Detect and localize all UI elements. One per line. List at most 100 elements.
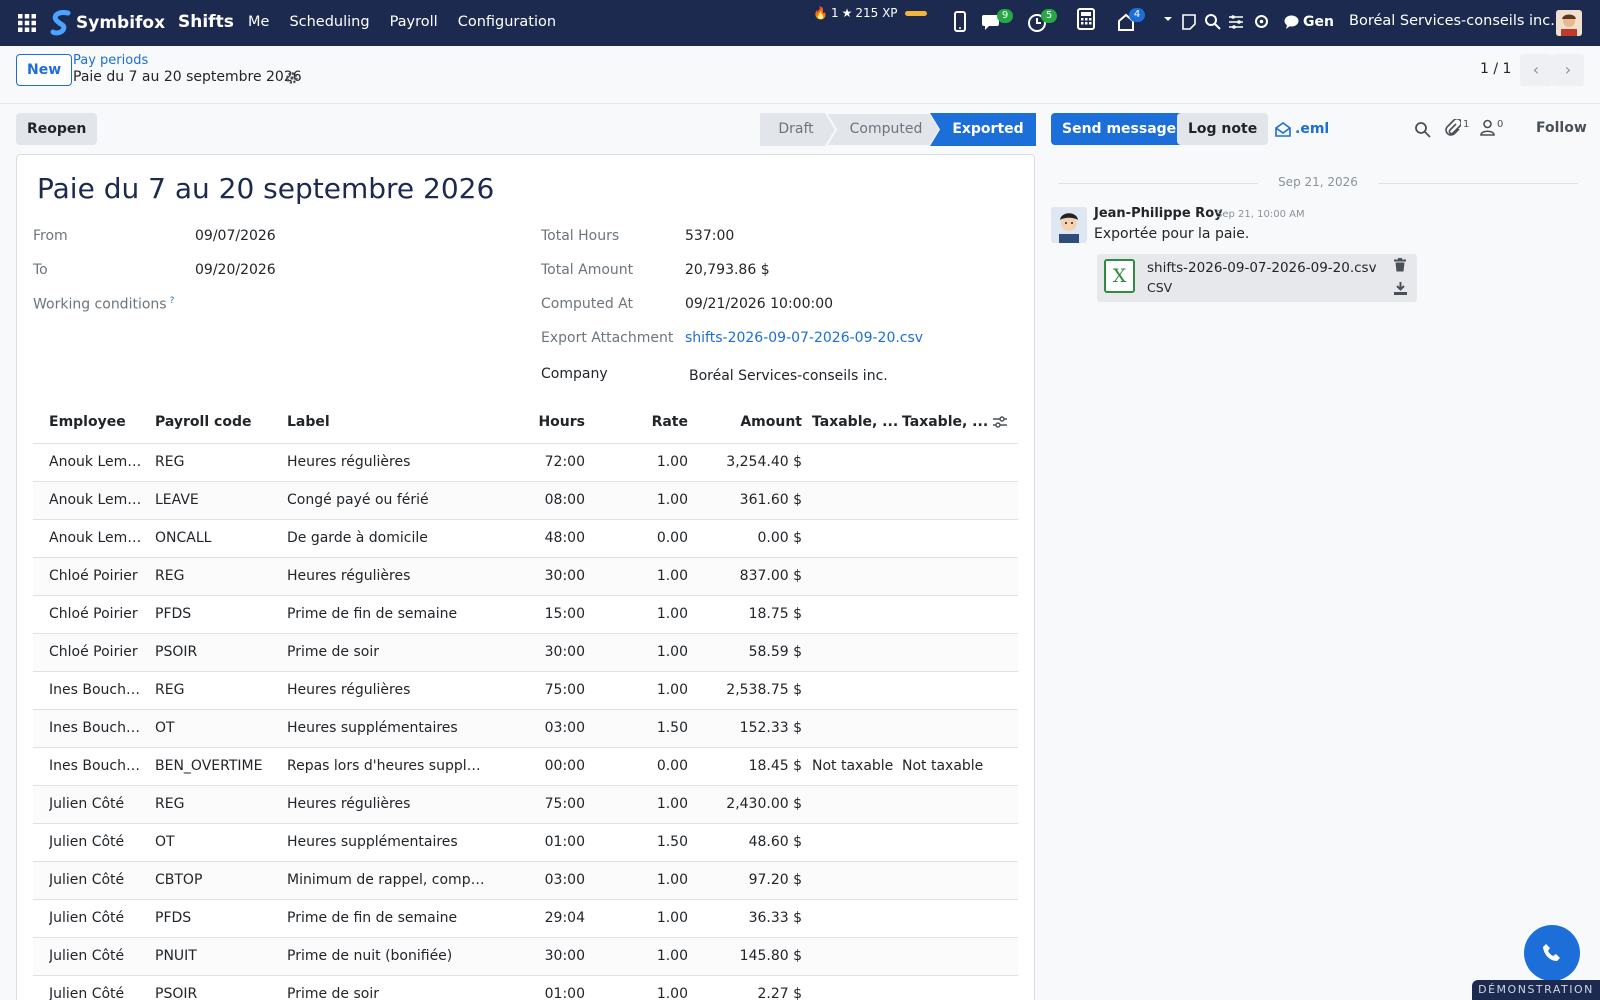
pager-value[interactable]: 1 / 1 xyxy=(1480,61,1511,77)
to-value[interactable]: 09/20/2026 xyxy=(195,262,276,278)
note-icon[interactable] xyxy=(1181,13,1197,31)
column-taxable-1[interactable]: Taxable, ... xyxy=(812,414,898,430)
search-icon[interactable] xyxy=(1204,13,1221,30)
attachment-name[interactable]: shifts-2026-09-07-2026-09-20.csv xyxy=(1147,260,1377,276)
send-message-button[interactable]: Send message xyxy=(1051,113,1188,145)
column-employee[interactable]: Employee xyxy=(49,414,126,430)
table-row[interactable]: Ines Bouchard BEN_OVERTIME Repas lors d'he… xyxy=(33,747,1018,785)
menu-item-scheduling[interactable]: Scheduling xyxy=(289,14,369,30)
messages-icon[interactable]: 9 xyxy=(981,9,1013,33)
attachments-button[interactable]: 1 xyxy=(1445,119,1469,137)
export-attachment-link[interactable]: shifts-2026-09-07-2026-09-20.csv xyxy=(685,330,923,346)
help-icon[interactable]: ? xyxy=(170,296,175,306)
cell-amount: 837.00 $ xyxy=(739,568,802,584)
trash-icon[interactable] xyxy=(1394,258,1406,272)
brand-logo[interactable]: Symbifox xyxy=(50,10,165,36)
cell-payroll-code: PSOIR xyxy=(155,644,198,660)
from-value[interactable]: 09/07/2026 xyxy=(195,228,276,244)
column-taxable-2[interactable]: Taxable, ... xyxy=(902,414,988,430)
envelope-open-icon xyxy=(1275,121,1291,137)
table-row[interactable]: Julien Côté PSOIR Prime de soir 01:00 1.00 2.… xyxy=(33,975,1018,1000)
table-row[interactable]: Julien Côté OT Heures supplémentaires 01:00… xyxy=(33,823,1018,861)
cell-rate: 1.50 xyxy=(656,720,688,736)
calculator-icon[interactable] xyxy=(1077,8,1095,30)
pager-previous-button[interactable]: ‹ xyxy=(1520,54,1552,86)
cell-hours: 48:00 xyxy=(544,530,585,546)
breadcrumb-parent[interactable]: Pay periods xyxy=(73,53,148,68)
cell-employee: Ines Bouchard xyxy=(49,720,145,736)
gamification-status[interactable]: 🔥 1 ★ 215 XP xyxy=(813,6,927,20)
table-row[interactable]: Anouk Lemieux LEAVE Congé payé ou férié 08:… xyxy=(33,481,1018,519)
filters-icon[interactable] xyxy=(1228,14,1244,30)
cell-label: Heures supplémentaires xyxy=(287,720,458,736)
followers-count: 0 xyxy=(1497,119,1504,130)
cell-rate: 1.00 xyxy=(656,948,688,964)
cell-hours: 01:00 xyxy=(544,834,585,850)
table-row[interactable]: Julien Côté REG Heures régulières 75:00 1.00… xyxy=(33,785,1018,823)
call-button[interactable] xyxy=(1524,925,1580,981)
table-row[interactable]: Chloé Poirier PFDS Prime de fin de semaine… xyxy=(33,595,1018,633)
company-switcher[interactable]: Boréal Services-conseils inc. xyxy=(1349,13,1555,29)
notifications-icon[interactable]: 4 xyxy=(1117,8,1145,33)
to-label: To xyxy=(33,262,48,278)
chatter-search-icon[interactable] xyxy=(1414,121,1431,138)
log-note-button[interactable]: Log note xyxy=(1177,113,1269,145)
chatter-date-separator: Sep 21, 2026 xyxy=(1058,175,1578,189)
column-rate[interactable]: Rate xyxy=(600,414,688,430)
table-row[interactable]: Ines Bouchard REG Heures régulières 75:00 1.… xyxy=(33,671,1018,709)
optional-columns-icon[interactable] xyxy=(992,414,1008,430)
cell-rate: 1.50 xyxy=(656,834,688,850)
table-row[interactable]: Chloé Poirier PSOIR Prime de soir 30:00 1.00… xyxy=(33,633,1018,671)
column-payroll-code[interactable]: Payroll code xyxy=(155,414,251,430)
app-name[interactable]: Shifts xyxy=(178,12,234,32)
settings-icon[interactable] xyxy=(1253,13,1270,30)
demo-ribbon: DÉMONSTRATION xyxy=(1472,980,1600,1000)
flame-icon: 🔥 xyxy=(813,6,828,20)
cell-label: Prime de soir xyxy=(287,986,379,1000)
company-value[interactable]: Boréal Services-conseils inc. xyxy=(689,368,888,384)
gear-icon[interactable] xyxy=(285,71,299,85)
cell-taxable-1: Not taxable xyxy=(812,758,894,774)
menu-item-payroll[interactable]: Payroll xyxy=(390,14,438,30)
reopen-button[interactable]: Reopen xyxy=(16,113,98,145)
follow-button[interactable]: Follow xyxy=(1536,120,1587,136)
chat-bubble-icon xyxy=(1284,15,1299,29)
attachment-type: CSV xyxy=(1147,280,1173,295)
message-author[interactable]: Jean-Philippe Roy xyxy=(1094,206,1223,221)
mobile-icon[interactable] xyxy=(953,11,967,33)
table-row[interactable]: Chloé Poirier REG Heures régulières 30:00 1.… xyxy=(33,557,1018,595)
cell-employee: Julien Côté xyxy=(49,872,125,888)
new-button[interactable]: New xyxy=(16,54,73,86)
apps-menu-icon[interactable] xyxy=(17,13,37,33)
column-amount[interactable]: Amount xyxy=(690,414,802,430)
cell-employee: Julien Côté xyxy=(49,834,125,850)
record-title[interactable]: Paie du 7 au 20 septembre 2026 xyxy=(37,172,494,205)
table-row[interactable]: Julien Côté CBTOP Minimum de rappel, compl… xyxy=(33,861,1018,899)
download-icon[interactable] xyxy=(1394,282,1407,295)
menu-item-me[interactable]: Me xyxy=(248,14,269,30)
column-label[interactable]: Label xyxy=(287,414,330,430)
cell-label: De garde à domicile xyxy=(287,530,428,546)
table-row[interactable]: Julien Côté PNUIT Prime de nuit (bonifiée)… xyxy=(33,937,1018,975)
author-avatar[interactable] xyxy=(1051,207,1087,243)
table-row[interactable]: Anouk Lemieux ONCALL De garde à domicile 48… xyxy=(33,519,1018,557)
cell-label: Prime de soir xyxy=(287,644,379,660)
followers-button[interactable]: 0 xyxy=(1480,119,1503,136)
table-row[interactable]: Ines Bouchard OT Heures supplémentaires 03:… xyxy=(33,709,1018,747)
cell-label: Heures supplémentaires xyxy=(287,834,458,850)
chevron-down-icon[interactable] xyxy=(1163,14,1173,24)
table-row[interactable]: Julien Côté PFDS Prime de fin de semaine 29… xyxy=(33,899,1018,937)
table-row[interactable]: Anouk Lemieux REG Heures régulières 72:00 1.… xyxy=(33,443,1018,481)
menu-item-configuration[interactable]: Configuration xyxy=(458,14,556,30)
pager-next-button[interactable]: › xyxy=(1552,54,1584,86)
stage-draft[interactable]: Draft xyxy=(760,113,832,146)
column-hours[interactable]: Hours xyxy=(500,414,585,430)
user-avatar[interactable] xyxy=(1556,10,1582,36)
cell-amount: 58.59 $ xyxy=(748,644,802,660)
activities-icon[interactable]: 5 xyxy=(1027,9,1057,33)
language-switcher[interactable]: Gen xyxy=(1284,14,1334,30)
eml-button[interactable]: .eml xyxy=(1275,121,1329,137)
stage-exported[interactable]: Exported xyxy=(940,113,1036,146)
stage-computed[interactable]: Computed xyxy=(836,113,936,146)
cell-rate: 1.00 xyxy=(656,910,688,926)
